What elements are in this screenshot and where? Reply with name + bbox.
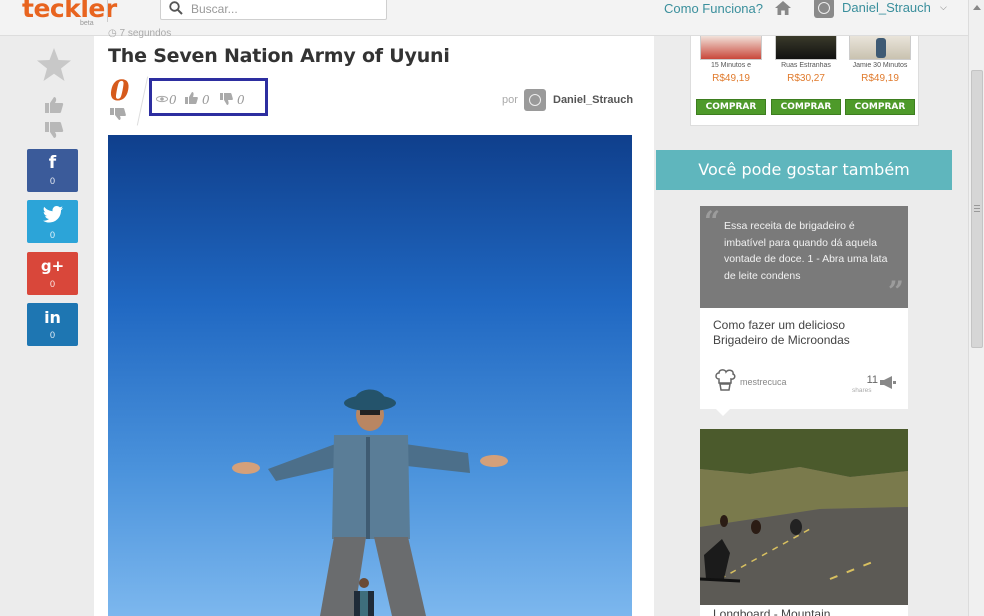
home-icon[interactable] — [775, 1, 791, 15]
product-name: Jamie 30 Minutos — [852, 62, 908, 69]
share-megaphone-icon[interactable] — [880, 376, 896, 389]
scroll-thumb[interactable] — [971, 70, 983, 348]
dislikes-count: 0 — [237, 93, 245, 107]
article-score: 0 — [110, 74, 130, 107]
search-icon — [169, 1, 183, 15]
views-count: 0 — [169, 93, 177, 107]
buy-button[interactable]: COMPRAR — [771, 99, 841, 115]
facebook-share-button[interactable]: f 0 — [27, 149, 78, 192]
twitter-share-count: 0 — [49, 230, 55, 240]
chef-hat-icon — [715, 369, 736, 391]
facebook-icon: f — [48, 153, 57, 173]
linkedin-icon: in — [44, 308, 61, 327]
product-thumbnail[interactable] — [775, 36, 837, 60]
like-icon[interactable] — [44, 96, 64, 114]
teckler-logo[interactable]: teckler — [22, 0, 117, 23]
product-thumbnail[interactable] — [849, 36, 911, 60]
author-name[interactable]: Daniel_Strauch — [553, 94, 633, 106]
score-divider — [136, 76, 149, 126]
user-menu-name[interactable]: Daniel_Strauch — [842, 0, 931, 15]
search-input[interactable] — [191, 1, 376, 17]
card-author[interactable]: mestrecuca — [740, 377, 787, 387]
recommendations-heading: Você pode gostar também — [656, 150, 952, 190]
linkedin-share-count: 0 — [49, 330, 55, 340]
twitter-share-button[interactable]: 0 — [27, 200, 78, 243]
recommendation-card[interactable]: Longboard - Mountain — [700, 429, 908, 616]
product-price: R$49,19 — [712, 73, 750, 84]
dislikes-icon — [220, 93, 233, 105]
article-panel: ◷ 7 segundos The Seven Nation Army of Uy… — [94, 28, 654, 616]
social-column: f 0 0 g+ 0 in 0 — [0, 36, 108, 616]
by-label: por — [502, 94, 518, 106]
googleplus-share-count: 0 — [49, 279, 55, 289]
user-avatar[interactable] — [814, 0, 834, 18]
dislike-icon[interactable] — [44, 121, 64, 139]
twitter-icon — [42, 206, 63, 223]
beta-badge: beta — [80, 20, 94, 27]
how-it-works-link[interactable]: Como Funciona? — [664, 1, 763, 16]
product-thumbnail[interactable] — [700, 36, 762, 60]
article-photo-image — [108, 135, 632, 616]
favorite-star-icon[interactable] — [36, 48, 72, 82]
product-name: 15 Minutos e — [710, 62, 752, 69]
shares-label: shares — [852, 387, 872, 394]
quote-open-icon: “ — [704, 205, 721, 238]
article-stats-highlight: 0 0 0 — [149, 78, 268, 116]
score-dislike-icon[interactable] — [110, 107, 126, 121]
views-eye-icon — [156, 95, 168, 103]
linkedin-share-button[interactable]: in 0 — [27, 303, 78, 346]
scroll-grip-line — [974, 208, 980, 209]
card-title[interactable]: Como fazer um delicioso Brigadeiro de Mi… — [713, 318, 898, 348]
card-pointer — [716, 409, 730, 416]
likes-icon — [185, 92, 198, 104]
scroll-grip-line — [974, 205, 980, 206]
quote-close-icon: ” — [887, 275, 904, 308]
shop-panel: 15 Minutos e R$49,19 COMPRAR Ruas Estran… — [690, 36, 919, 126]
googleplus-share-button[interactable]: g+ 0 — [27, 252, 78, 295]
buy-button[interactable]: COMPRAR — [696, 99, 766, 115]
product-price: R$49,19 — [861, 73, 899, 84]
article-photo[interactable] — [108, 135, 632, 616]
googleplus-icon: g+ — [40, 257, 65, 275]
article-title: The Seven Nation Army of Uyuni — [108, 45, 450, 67]
chevron-down-icon[interactable]: ⌵ — [940, 2, 947, 13]
header-divider — [107, 0, 108, 22]
shares-count: 11 — [866, 374, 878, 386]
facebook-share-count: 0 — [49, 176, 55, 186]
page-scrollbar[interactable] — [968, 0, 984, 616]
card-excerpt-text: Essa receita de brigadeiro é imbatível p… — [724, 220, 888, 282]
card-thumbnail[interactable] — [700, 429, 908, 605]
post-time-text: 7 segundos — [119, 28, 172, 39]
post-time: ◷ 7 segundos — [108, 28, 171, 39]
product-name: Ruas Estranhas — [781, 62, 831, 69]
product-price: R$30,27 — [787, 73, 825, 84]
right-sidebar: 15 Minutos e R$49,19 COMPRAR Ruas Estran… — [654, 36, 968, 616]
card-title[interactable]: Longboard - Mountain — [713, 607, 830, 616]
recommendation-card[interactable]: “ Essa receita de brigadeiro é imbatível… — [700, 206, 908, 416]
author-avatar[interactable] — [524, 89, 546, 111]
buy-button[interactable]: COMPRAR — [845, 99, 915, 115]
search-box[interactable] — [160, 0, 387, 20]
card-excerpt[interactable]: “ Essa receita de brigadeiro é imbatível… — [700, 206, 908, 308]
scroll-grip-line — [974, 211, 980, 212]
scroll-up-arrow-icon[interactable] — [973, 5, 981, 10]
clock-icon: ◷ — [108, 28, 117, 39]
likes-count: 0 — [202, 93, 210, 107]
longboard-photo-image — [700, 429, 908, 605]
